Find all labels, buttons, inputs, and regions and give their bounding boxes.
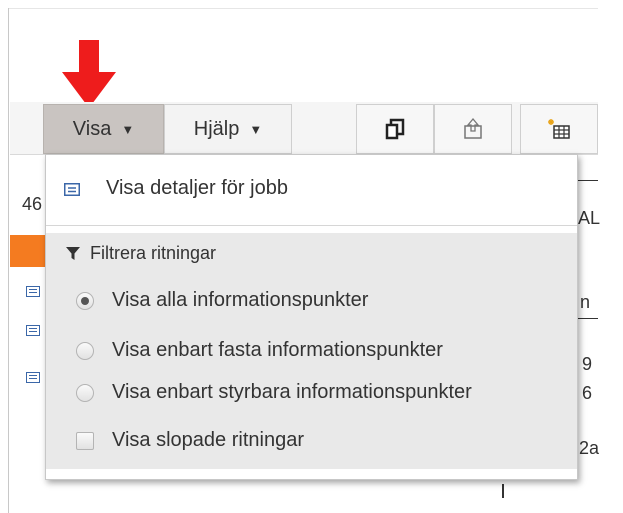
filter-funnel-icon (66, 246, 80, 260)
radio-button[interactable] (76, 341, 94, 360)
radio-button[interactable] (76, 383, 94, 402)
status-badge (10, 235, 46, 267)
list-icon (26, 325, 40, 336)
radio-option-fixed-points[interactable]: Visa enbart fasta informationspunkter (76, 339, 443, 362)
hjalp-menu-label: Hjälp (193, 117, 240, 140)
annotation-arrow-icon (62, 40, 116, 108)
hjalp-menu-button[interactable]: Hjälp ▼ (164, 104, 292, 154)
filter-section-title: Filtrera ritningar (66, 243, 216, 264)
checkbox[interactable] (76, 431, 94, 450)
export-icon (464, 118, 482, 139)
radio-option-controllable-points[interactable]: Visa enbart styrbara informationspunkter (76, 381, 472, 404)
visa-menu-button[interactable]: Visa ▼ (43, 104, 164, 154)
chevron-down-icon: ▼ (121, 121, 135, 137)
background-text-fragment: 46 (22, 194, 43, 214)
radio-option-all-points[interactable]: Visa alla informationspunkter (76, 289, 368, 312)
page-frame-left (8, 8, 9, 513)
menu-divider (46, 225, 577, 226)
option-label: Visa slopade ritningar (112, 429, 304, 451)
background-text-fragment: 6 (582, 383, 593, 403)
background-text-fragment: 2a (579, 438, 600, 458)
background-divider (578, 318, 598, 319)
option-label: Visa enbart styrbara informationspunkter (112, 381, 472, 403)
visa-dropdown-menu: Visa detaljer för jobb Filtrera ritninga… (45, 154, 578, 480)
export-button[interactable] (434, 104, 512, 154)
background-text-fragment: n (580, 292, 591, 312)
new-table-button[interactable] (520, 104, 598, 154)
background-divider (502, 484, 504, 498)
background-text-fragment: AL (578, 208, 601, 228)
list-icon (26, 372, 40, 383)
copy-window-button[interactable] (356, 104, 434, 154)
menu-item-show-job-details[interactable]: Visa detaljer för jobb (46, 155, 577, 225)
page-frame-top (8, 8, 598, 9)
list-icon (26, 286, 40, 297)
background-text-fragment: 9 (582, 354, 593, 374)
checkbox-option-scrapped-drawings[interactable]: Visa slopade ritningar (76, 429, 304, 452)
filter-section-label: Filtrera ritningar (90, 243, 217, 263)
filter-section: Filtrera ritningar Visa alla information… (46, 233, 577, 469)
radio-button[interactable] (76, 291, 94, 310)
details-list-icon (64, 183, 80, 196)
menu-item-label: Visa detaljer för jobb (106, 177, 288, 199)
visa-menu-label: Visa (72, 117, 112, 140)
chevron-down-icon: ▼ (249, 121, 263, 137)
background-divider (578, 180, 598, 181)
option-label: Visa enbart fasta informationspunkter (112, 339, 443, 361)
option-label: Visa alla informationspunkter (112, 289, 369, 311)
copy-window-icon (385, 118, 405, 140)
new-table-icon (548, 119, 570, 139)
